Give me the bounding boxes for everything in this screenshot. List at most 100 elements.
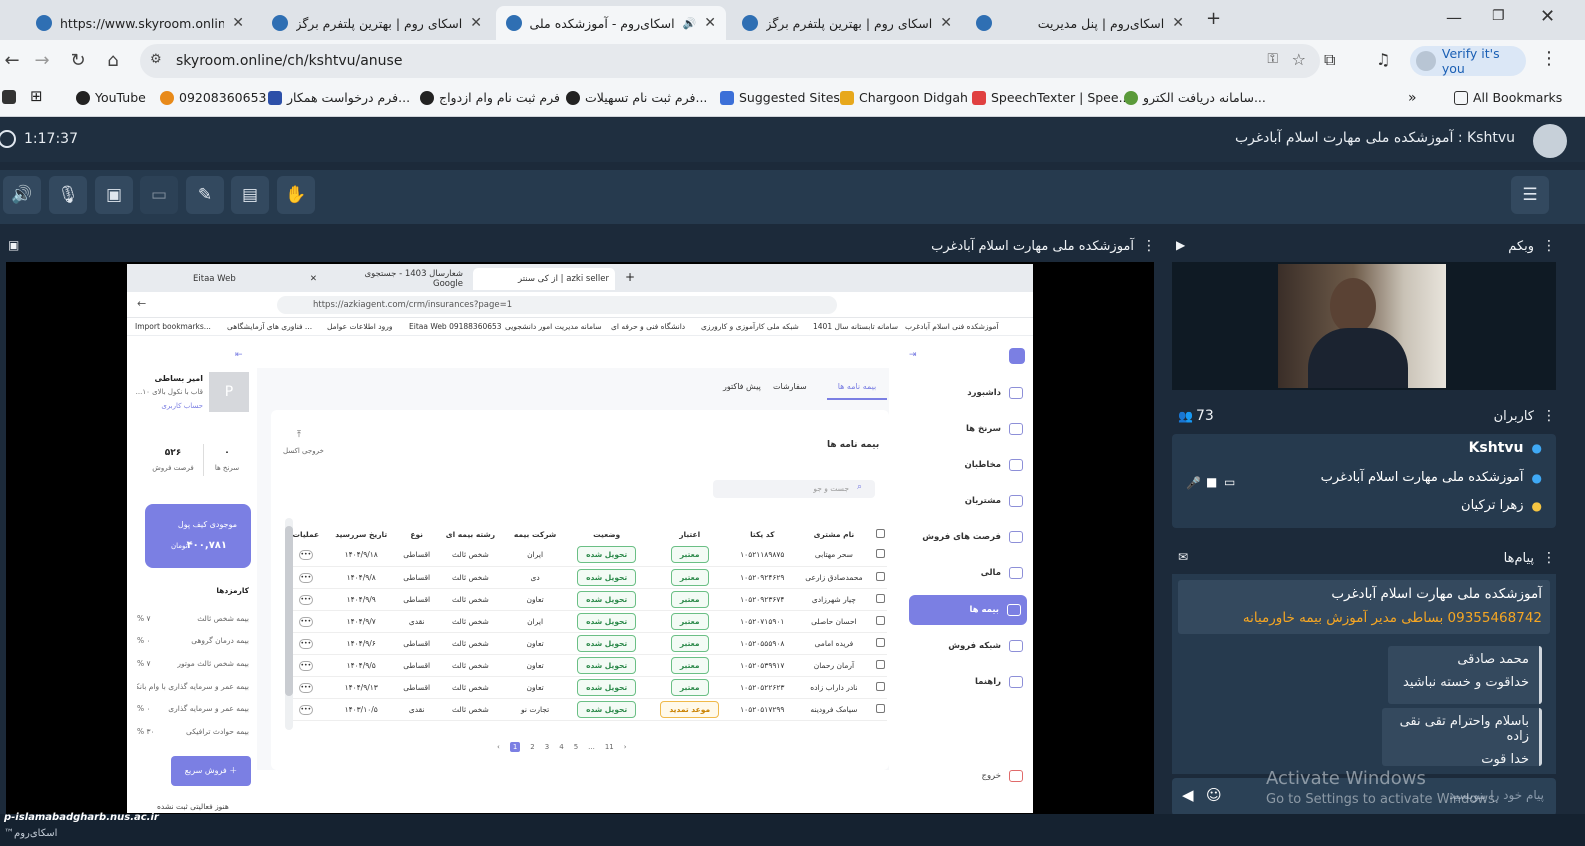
export-icon[interactable]: ⤒: [297, 430, 301, 440]
inner-new-tab-button[interactable]: +: [625, 270, 635, 284]
nav-logout[interactable]: خروج: [917, 761, 1029, 791]
inner-bookmark[interactable]: فناوری های آزمایشگاهی ...: [227, 322, 312, 331]
nav-customers[interactable]: مشتریان: [917, 486, 1029, 516]
more-actions-icon[interactable]: •••: [298, 594, 313, 605]
prev-page-icon[interactable]: ‹: [497, 743, 500, 751]
bookmark-youtube[interactable]: YouTube: [76, 90, 146, 105]
bookmark-speechtexter[interactable]: SpeechTexter | Spee...: [972, 90, 1130, 105]
bookmark-star-icon[interactable]: ☆: [1292, 50, 1306, 69]
table-scrollbar[interactable]: [285, 518, 293, 730]
apps-grid-icon[interactable]: ⊞: [30, 87, 43, 105]
menu-hamburger-button[interactable]: ☰: [1511, 176, 1549, 214]
close-icon[interactable]: ✕: [470, 15, 482, 31]
nav-sales-network[interactable]: شبکه فروش: [917, 631, 1029, 661]
user-item[interactable]: آموزشکده ملی مهارت اسلام آبادغرب ●: [1321, 470, 1542, 485]
row-checkbox[interactable]: [874, 632, 887, 655]
media-control-icon[interactable]: ♫: [1376, 50, 1390, 69]
browser-tab-4[interactable]: اسکای روم | بهترین پلتفرم برگزاری ✕: [732, 6, 962, 40]
table-row[interactable]: فریده امامی ۱۰۵۲۰۵۵۵۹۰۸ معتبر تحویل شده تعاو…: [287, 632, 887, 655]
bookmark-form-3[interactable]: فرم ثبت نام تسهیلات...: [566, 90, 707, 105]
table-row[interactable]: سیامک فرودینه ۱۰۵۲۰۵۱۷۲۹۹ موعد تمدید تحویل …: [287, 698, 887, 721]
close-icon[interactable]: ✕: [232, 15, 244, 31]
page-number[interactable]: 3: [545, 743, 549, 751]
close-icon[interactable]: ✕: [940, 15, 952, 31]
row-checkbox[interactable]: [874, 544, 887, 567]
inner-bookmark[interactable]: دانشگاه فنی و حرفه ای: [611, 322, 685, 331]
nav-help[interactable]: راهنما: [917, 667, 1029, 697]
bookmark-chargoon[interactable]: Chargoon Didgah: [840, 90, 968, 105]
inner-bookmark[interactable]: شبکه ملی کارآموزی و کارورزی: [701, 322, 799, 331]
panel-menu-icon[interactable]: ⋮: [1542, 550, 1556, 566]
search-input[interactable]: جست و جو: [713, 480, 875, 498]
nav-dashboard[interactable]: داشبورد: [917, 378, 1029, 408]
table-row[interactable]: چیار شهرزادی ۱۰۵۲۰۹۲۳۶۷۴ معتبر تحویل شده تعا…: [287, 588, 887, 611]
inner-tab-google[interactable]: شعارسال 1403 - جستجوی Google: [329, 268, 469, 290]
collapse-profile-icon[interactable]: ⇤: [235, 350, 243, 360]
verify-button[interactable]: Verify it's you: [1410, 46, 1526, 76]
browser-tab-1[interactable]: https://www.skyroom.online/ch ✕: [26, 6, 254, 40]
more-actions-icon[interactable]: •••: [298, 682, 313, 693]
back-icon[interactable]: ←: [0, 50, 24, 71]
url-input[interactable]: ⚙ skyroom.online/ch/kshtvu/anuse ⚿ ☆: [140, 44, 1320, 78]
inner-bookmark[interactable]: Eitaa Web 09188360653: [409, 322, 502, 331]
nav-insurances[interactable]: بیمه ها: [909, 595, 1027, 625]
speaker-button[interactable]: 🔊: [3, 176, 41, 214]
inner-back-icon[interactable]: ←: [137, 297, 146, 310]
emoji-icon[interactable]: ☺: [1206, 786, 1222, 804]
browser-tab-5[interactable]: اسکای‌روم | پنل مدیریت ✕: [966, 6, 1194, 40]
tab-proforma[interactable]: پیش فاکتور: [723, 382, 761, 391]
close-icon[interactable]: ✕: [310, 274, 317, 284]
files-button[interactable]: ▤: [231, 176, 269, 214]
browser-tab-2[interactable]: اسکای روم | بهترین پلتفرم برگزاری ✕: [262, 6, 492, 40]
inner-bookmark[interactable]: آموزشکده فنی اسلام آبادغرب: [905, 322, 999, 331]
microphone-off-button[interactable]: 🎙: [49, 176, 87, 214]
inner-bookmark[interactable]: ورود اطلاعات عوامل: [327, 322, 392, 331]
more-bookmarks-icon[interactable]: »: [1408, 90, 1417, 106]
panel-menu-icon[interactable]: ⋮: [1542, 408, 1556, 424]
key-icon[interactable]: ⚿: [1267, 51, 1278, 67]
table-row[interactable]: محمدصادق زارعی ۱۰۵۲۰۹۲۴۶۲۹ معتبر تحویل شده د…: [287, 566, 887, 589]
tab-orders[interactable]: سفارشات: [773, 382, 807, 391]
inner-bookmark[interactable]: سامانه تابستانه سال 1401: [813, 322, 898, 331]
camera-off-button[interactable]: ▣: [95, 176, 133, 214]
site-info-icon[interactable]: ⚙: [150, 52, 162, 67]
home-icon[interactable]: ⌂: [101, 50, 125, 71]
forward-icon[interactable]: →: [30, 50, 54, 71]
restore-button[interactable]: ❐: [1492, 8, 1505, 24]
next-page-icon[interactable]: ›: [624, 743, 627, 751]
page-number[interactable]: 1: [509, 742, 521, 752]
page-number[interactable]: 5: [574, 743, 578, 751]
row-checkbox[interactable]: [874, 588, 887, 611]
bookmark-form-2[interactable]: فرم ثبت نام وام ازدواج: [420, 90, 560, 105]
bookmark-form-1[interactable]: فرم درخواست همکار...: [268, 90, 410, 105]
bookmark-suggested[interactable]: Suggested Sites: [720, 90, 840, 105]
wallet-card[interactable]: موجودی کیف پول ۴۰۰,۷۸۱ تومان: [145, 504, 251, 568]
inner-tab-eitaa[interactable]: Eitaa Web ✕: [187, 268, 323, 290]
user-avatar[interactable]: [1533, 124, 1567, 158]
nav-contacts[interactable]: مخاطبان: [917, 450, 1029, 480]
inner-bookmark[interactable]: Import bookmarks...: [135, 322, 211, 331]
row-checkbox[interactable]: [874, 610, 887, 633]
panel-menu-icon[interactable]: ⋮: [1142, 238, 1156, 254]
inner-url-input[interactable]: https://azkiagent.com/crm/insurances?pag…: [277, 296, 837, 314]
row-checkbox[interactable]: [874, 566, 887, 589]
all-bookmarks[interactable]: All Bookmarks: [1454, 90, 1562, 105]
table-row[interactable]: احسان حاصلی ۱۰۵۲۰۷۱۵۹۰۱ معتبر تحویل شده ایرا…: [287, 610, 887, 633]
extensions-icon[interactable]: ⧉: [1324, 50, 1335, 70]
more-actions-icon[interactable]: •••: [298, 638, 313, 649]
page-number[interactable]: 4: [559, 743, 563, 751]
panel-menu-icon[interactable]: ⋮: [1542, 238, 1556, 254]
table-row[interactable]: آرمان رحمان ۱۰۵۲۰۵۳۹۹۱۷ معتبر تحویل شده تعاو…: [287, 654, 887, 677]
user-item[interactable]: زهرا ترکیان ●: [1461, 498, 1542, 513]
inner-tab-azki[interactable]: azki seller | از کی سنتر: [473, 268, 615, 290]
nav-finance[interactable]: مالی: [917, 558, 1029, 588]
more-actions-icon[interactable]: •••: [298, 704, 313, 715]
collapse-sidebar-icon[interactable]: ⇥: [909, 350, 917, 360]
close-icon[interactable]: ✕: [704, 15, 716, 31]
bookmark-samaneh[interactable]: سامانه دریافت الکترو...: [1124, 90, 1266, 105]
page-number[interactable]: 2: [530, 743, 534, 751]
user-item[interactable]: Kshtvu ●: [1469, 440, 1542, 456]
reload-icon[interactable]: ↻: [66, 50, 90, 71]
bookmark-folder-icon[interactable]: [2, 90, 16, 104]
raise-hand-button[interactable]: ✋: [277, 176, 315, 214]
